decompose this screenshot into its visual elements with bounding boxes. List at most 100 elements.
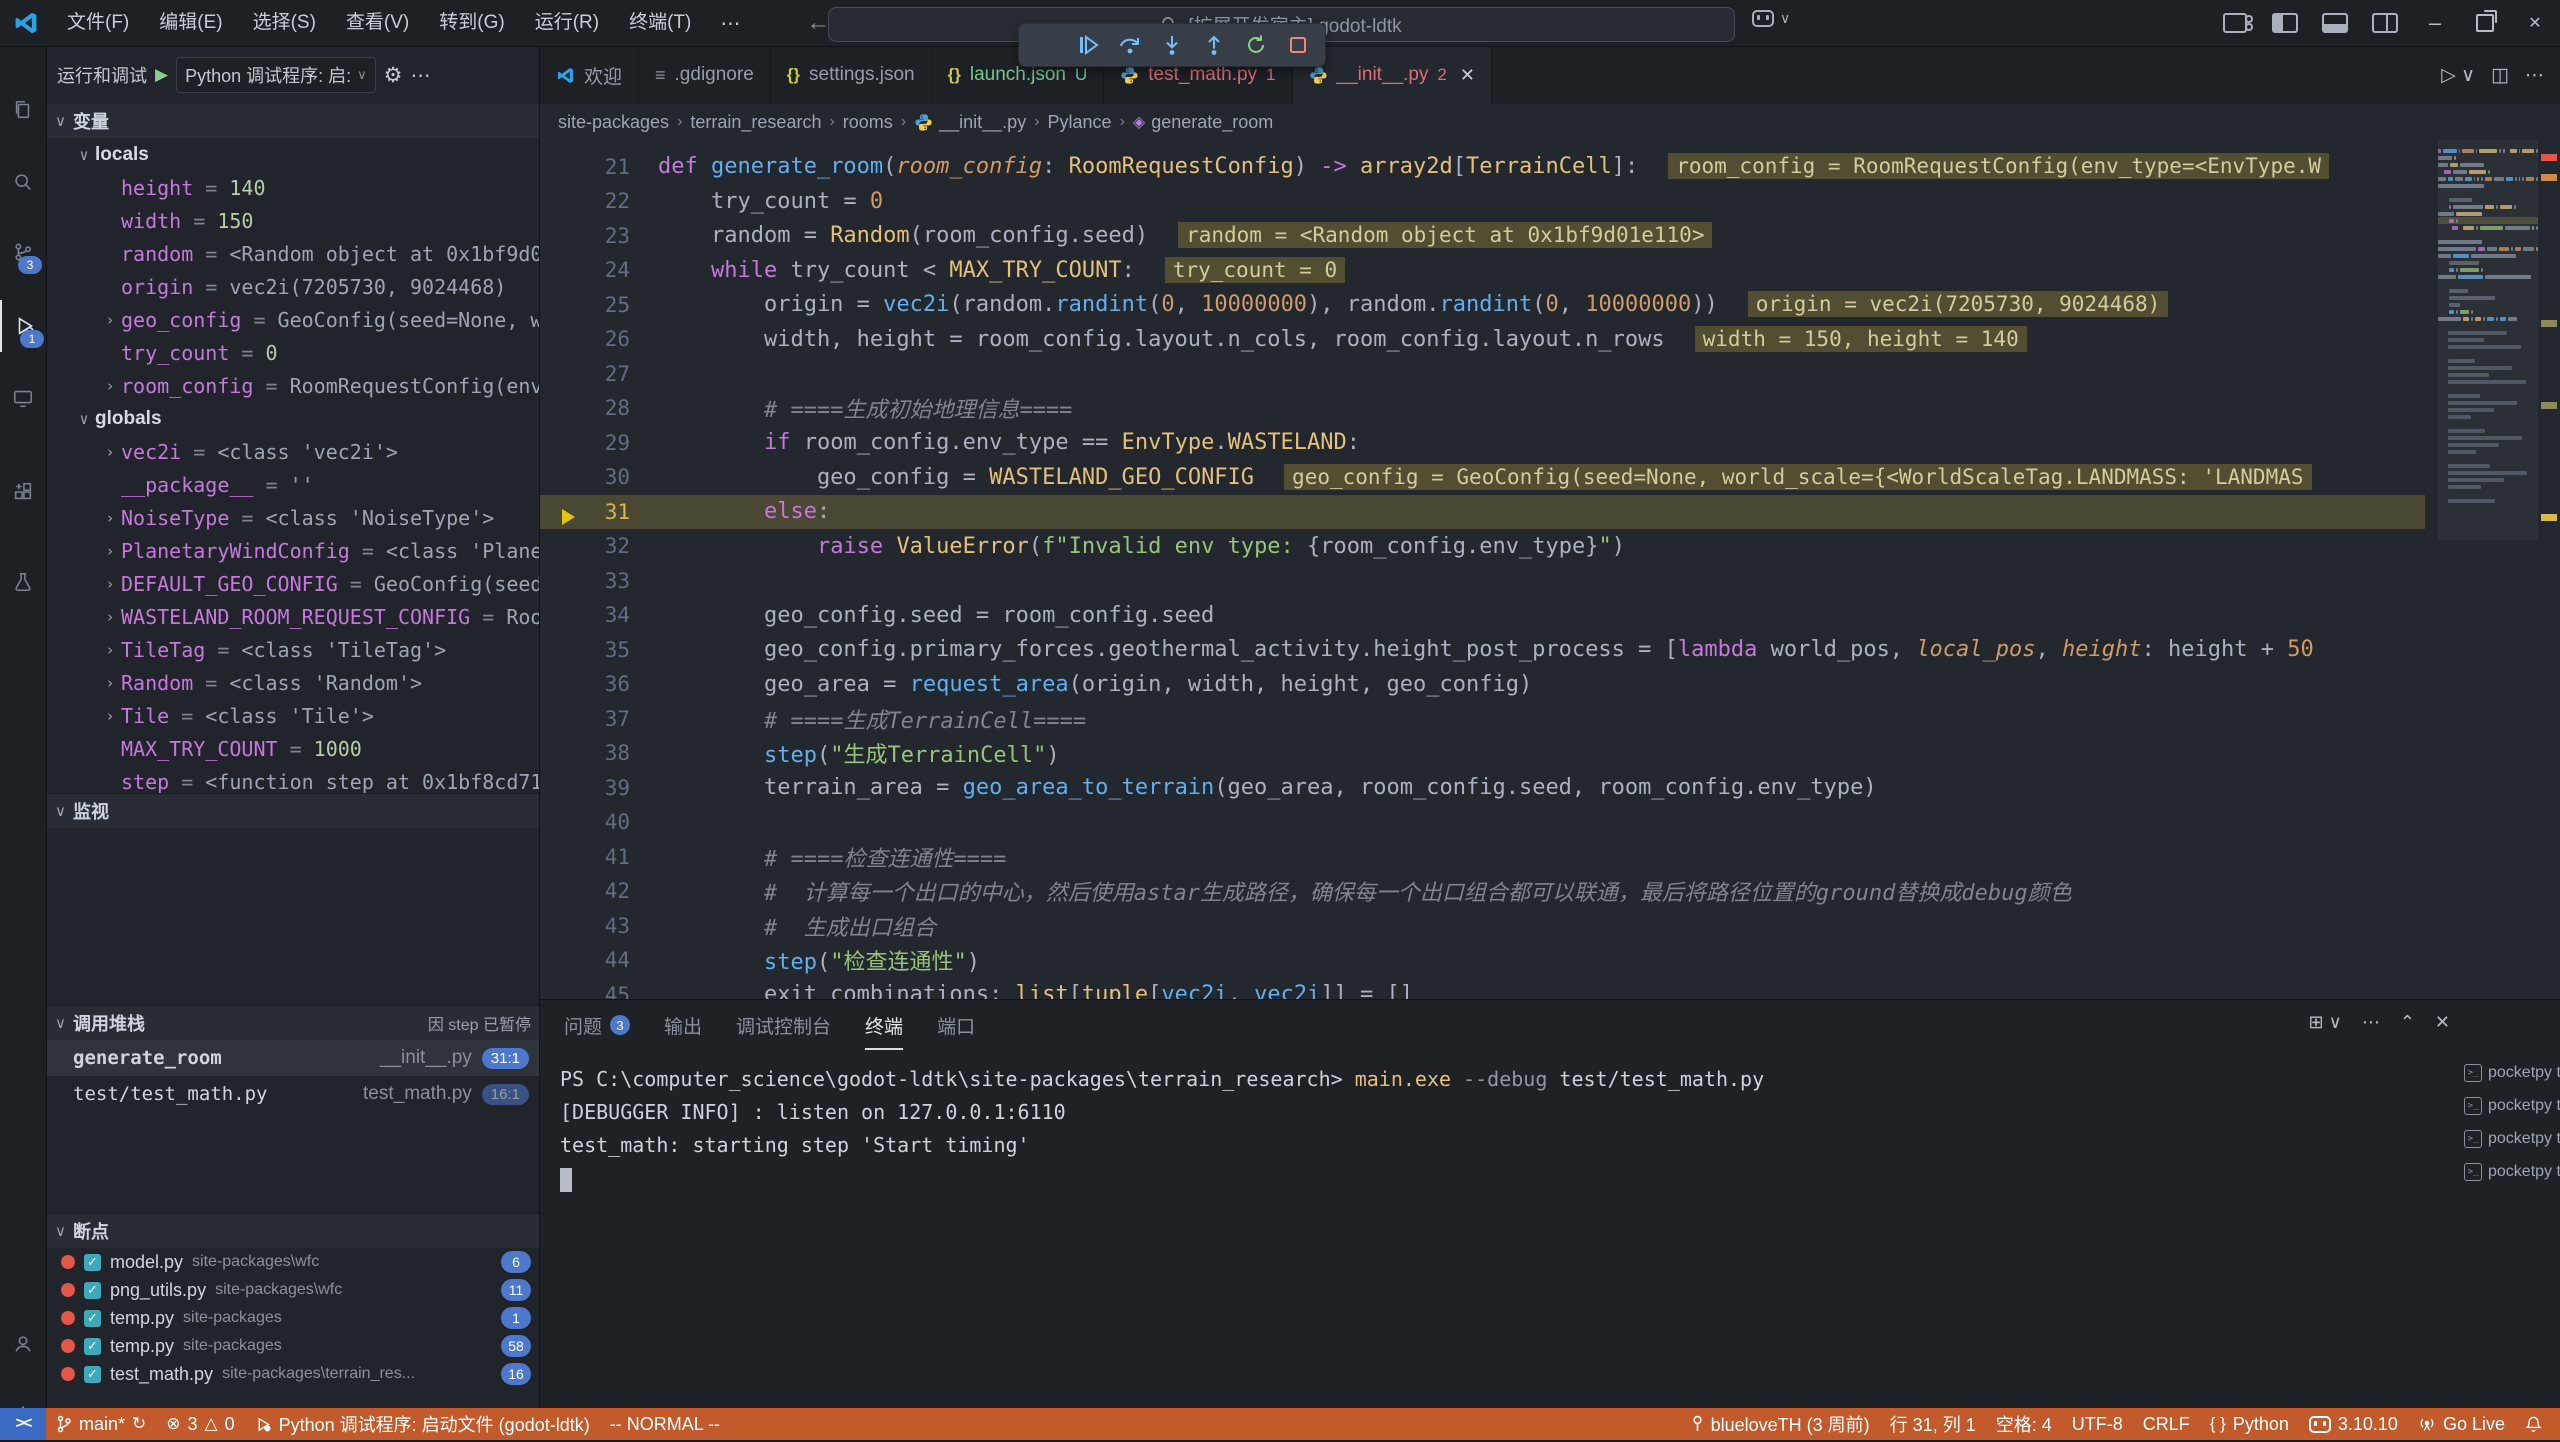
code-line-22[interactable]: 22 try_count = 0: [540, 184, 2425, 219]
activity-item-source-control[interactable]: 3: [0, 226, 46, 278]
debug-step-into-button[interactable]: [1155, 28, 1189, 62]
variable-row[interactable]: ›vec2i = <class 'vec2i'>: [47, 435, 539, 468]
breadcrumb-item[interactable]: rooms: [843, 112, 893, 133]
menu-item-1[interactable]: 编辑(E): [144, 0, 237, 46]
breakpoint-row[interactable]: ✓model.pysite-packages\wfc6: [47, 1248, 539, 1276]
gutter[interactable]: 42: [540, 879, 658, 903]
variable-row[interactable]: ›DEFAULT_GEO_CONFIG = GeoConfig(seed=1…: [47, 567, 539, 600]
activity-item-files[interactable]: [0, 84, 46, 136]
menu-item-2[interactable]: 选择(S): [238, 0, 331, 46]
callstack-section-header[interactable]: ∨ 调用堆栈 因 step 已暂停: [47, 1005, 539, 1040]
breadcrumb-item[interactable]: Pylance: [1048, 112, 1112, 133]
breakpoint-row[interactable]: ✓temp.pysite-packages58: [47, 1332, 539, 1360]
activity-item-account[interactable]: [0, 1318, 46, 1370]
code-line-26[interactable]: 26 width, height = room_config.layout.n_…: [540, 322, 2425, 357]
status-blame[interactable]: blueloveTH (3 周前): [1681, 1408, 1880, 1440]
minimap[interactable]: [2438, 140, 2538, 999]
activity-item-search[interactable]: [0, 156, 46, 208]
variable-row[interactable]: ›room_config = RoomRequestConfig(env_t…: [47, 369, 539, 402]
gutter[interactable]: 26: [540, 327, 658, 351]
status-cursor-position[interactable]: 行 31, 列 1: [1880, 1408, 1986, 1440]
breadcrumb-item[interactable]: site-packages: [558, 112, 669, 133]
breakpoint-row[interactable]: ✓temp.pysite-packages1: [47, 1304, 539, 1332]
breakpoint-row[interactable]: ✓png_utils.pysite-packages\wfc11: [47, 1276, 539, 1304]
code-line-44[interactable]: 44 step("检查连通性"): [540, 943, 2425, 978]
gutter[interactable]: 22: [540, 189, 658, 213]
activity-item-remote[interactable]: [0, 372, 46, 424]
maximize-panel-button[interactable]: ⌃: [2400, 1012, 2415, 1033]
debug-config-dropdown[interactable]: Python 调试程序: 启: ∨: [176, 57, 376, 93]
code-line-20[interactable]: 20: [540, 140, 2425, 150]
run-file-button[interactable]: ▷ ∨: [2441, 64, 2475, 87]
code-line-33[interactable]: 33: [540, 564, 2425, 599]
variable-row[interactable]: ›NoiseType = <class 'NoiseType'>: [47, 501, 539, 534]
code-line-34[interactable]: 34 geo_config.seed = room_config.seed: [540, 598, 2425, 633]
toggle-secondary-sidebar-button[interactable]: [2360, 0, 2410, 46]
panel-tab-问题[interactable]: 问题3: [564, 1000, 630, 1050]
panel-tab-端口[interactable]: 端口: [937, 1000, 975, 1050]
variable-row[interactable]: ∨globals: [47, 402, 539, 435]
start-debug-button[interactable]: ▶: [155, 65, 168, 85]
breakpoint-checkbox[interactable]: ✓: [84, 1366, 101, 1383]
menu-more-button[interactable]: ⋯: [706, 11, 754, 36]
status-bell[interactable]: [2515, 1408, 2552, 1440]
variable-row[interactable]: step = <function step at 0x1bf8cd716d: [47, 765, 539, 793]
terminal-output[interactable]: PS C:\computer_science\godot-ldtk\site-p…: [560, 1062, 2455, 1408]
code-line-45[interactable]: 45 exit_combinations: list[tuple[vec2i, …: [540, 978, 2425, 1000]
panel-more-actions-button[interactable]: ⋯: [2362, 1012, 2380, 1033]
terminal-instance-2[interactable]: >_pocketpy te...: [2460, 1122, 2560, 1155]
variable-row[interactable]: try_count = 0: [47, 336, 539, 369]
status-indentation[interactable]: 空格: 4: [1986, 1408, 2062, 1440]
split-editor-button[interactable]: ◫: [2491, 64, 2509, 87]
variable-row[interactable]: height = 140: [47, 171, 539, 204]
breakpoint-checkbox[interactable]: ✓: [84, 1282, 101, 1299]
window-restore-button[interactable]: [2460, 0, 2510, 46]
gutter[interactable]: 40: [540, 810, 658, 834]
variable-row[interactable]: ›TileTag = <class 'TileTag'>: [47, 633, 539, 666]
terminal-instance-0[interactable]: >_pocketpy te...: [2460, 1056, 2560, 1089]
window-minimize-button[interactable]: –: [2410, 0, 2460, 46]
customize-layout-button[interactable]: [2210, 0, 2260, 46]
code-editor[interactable]: 20 21def generate_room(room_config: RoomR…: [540, 140, 2560, 999]
status-problems[interactable]: ⊗3△0: [156, 1408, 244, 1440]
code-line-32[interactable]: 32 raise ValueError(f"Invalid env type: …: [540, 529, 2425, 564]
remote-indicator[interactable]: ><: [0, 1408, 46, 1440]
gutter[interactable]: 32: [540, 534, 658, 558]
panel-tab-输出[interactable]: 输出: [664, 1000, 702, 1050]
gutter[interactable]: 30: [540, 465, 658, 489]
status-go-live[interactable]: Go Live: [2408, 1408, 2515, 1440]
code-line-24[interactable]: 24 while try_count < MAX_TRY_COUNT:try_c…: [540, 253, 2425, 288]
gutter[interactable]: 21: [540, 155, 658, 179]
variable-row[interactable]: ∨locals: [47, 138, 539, 171]
variable-row[interactable]: ›PlanetaryWindConfig = <class 'Planeta…: [47, 534, 539, 567]
toggle-sidebar-button[interactable]: [2260, 0, 2310, 46]
gutter[interactable]: 31: [540, 500, 658, 524]
debug-continue-button[interactable]: [1071, 28, 1105, 62]
code-line-41[interactable]: 41 # ====检查连通性====: [540, 840, 2425, 875]
debug-step-over-button[interactable]: [1113, 28, 1147, 62]
gutter[interactable]: 38: [540, 741, 658, 765]
code-line-38[interactable]: 38 step("生成TerrainCell"): [540, 736, 2425, 771]
gutter[interactable]: 24: [540, 258, 658, 282]
callstack-frame[interactable]: test/test_math.pytest_math.py16:1: [47, 1076, 539, 1112]
breadcrumb-item[interactable]: terrain_research: [690, 112, 821, 133]
gutter[interactable]: 44: [540, 948, 658, 972]
menu-item-4[interactable]: 转到(G): [424, 0, 519, 46]
gutter[interactable]: 20: [540, 140, 658, 144]
variable-row[interactable]: ›Tile = <class 'Tile'>: [47, 699, 539, 732]
code-line-35[interactable]: 35 geo_config.primary_forces.geothermal_…: [540, 633, 2425, 668]
gutter[interactable]: 43: [540, 914, 658, 938]
breakpoint-checkbox[interactable]: ✓: [84, 1254, 101, 1271]
code-line-21[interactable]: 21def generate_room(room_config: RoomReq…: [540, 150, 2425, 185]
status-language[interactable]: { }Python: [2200, 1408, 2299, 1440]
status-vim-mode[interactable]: -- NORMAL --: [600, 1408, 730, 1440]
close-panel-button[interactable]: ✕: [2435, 1012, 2450, 1033]
debug-stop-button[interactable]: [1281, 28, 1315, 62]
gutter[interactable]: 28: [540, 396, 658, 420]
gutter[interactable]: 25: [540, 293, 658, 317]
variable-row[interactable]: ›Random = <class 'Random'>: [47, 666, 539, 699]
code-line-30[interactable]: 30 geo_config = WASTELAND_GEO_CONFIGgeo_…: [540, 460, 2425, 495]
menu-item-5[interactable]: 运行(R): [520, 0, 614, 46]
gutter[interactable]: 23: [540, 224, 658, 248]
panel-tab-终端[interactable]: 终端: [865, 1000, 903, 1050]
